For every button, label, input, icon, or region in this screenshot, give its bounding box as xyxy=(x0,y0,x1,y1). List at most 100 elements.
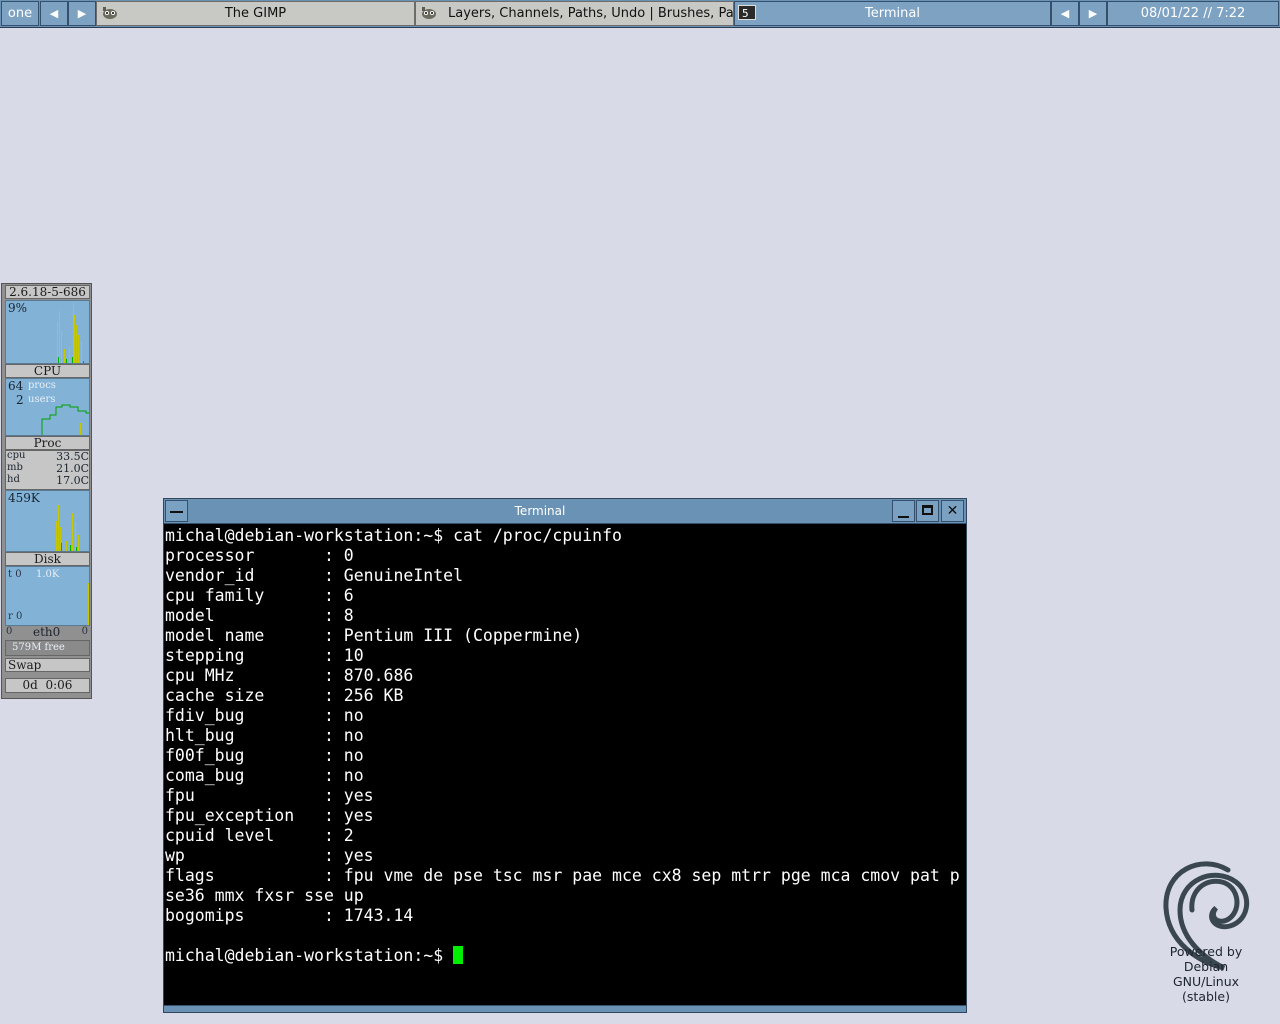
taskbar: one ◀ ▶ The GIMP Layers, Channels, Paths… xyxy=(0,0,1280,28)
swap-label: Swap xyxy=(5,658,90,672)
disk-rate: 459K xyxy=(8,491,40,505)
cpu-label-text: CPU xyxy=(33,364,62,378)
terminal-titlebar[interactable]: Terminal ✕ xyxy=(164,499,966,524)
task-label: Terminal xyxy=(865,6,920,21)
terminal-line: hlt_bug : no xyxy=(165,726,364,745)
terminal-line: stepping : 10 xyxy=(165,646,364,665)
sensor-name: cpu xyxy=(7,450,26,461)
terminal-line: fdiv_bug : no xyxy=(165,706,364,725)
sensors-panel: cpu 33.5C mb 21.0C hd 17.0C xyxy=(5,450,90,490)
task-button-gimp-docks[interactable]: Layers, Channels, Paths, Undo | Brushes,… xyxy=(415,1,734,26)
terminal-line: cpu MHz : 870.686 xyxy=(165,666,414,685)
proc-label: Proc xyxy=(5,436,90,450)
prev-desktop-button[interactable]: ◀ xyxy=(40,1,68,26)
terminal-line: fpu_exception : yes xyxy=(165,806,374,825)
terminal-line: coma_bug : no xyxy=(165,766,364,785)
procs-label: procs xyxy=(28,380,56,391)
terminal-line: processor : 0 xyxy=(165,546,354,565)
kernel-version-text: 2.6.18-5-686 xyxy=(9,285,86,299)
debian-logo-caption: Powered by Debian GNU/Linux (stable) xyxy=(1150,944,1262,1004)
terminal-line: se36 mmx fxsr sse up xyxy=(165,886,364,905)
next-task-button[interactable]: ▶ xyxy=(1079,1,1107,26)
net-tx-label: t 0 xyxy=(8,569,22,580)
debian-caption-line: GNU/Linux xyxy=(1172,974,1240,989)
minimize-icon xyxy=(898,516,909,518)
uptime-text: 0d 0:06 xyxy=(22,678,73,692)
clock: 08/01/22 // 7:22 xyxy=(1107,1,1279,26)
maximize-button[interactable] xyxy=(916,500,939,522)
window-menu-icon xyxy=(170,511,183,513)
debian-caption-line: Debian xyxy=(1183,959,1229,974)
sensor-row: hd 17.0C xyxy=(7,474,89,487)
close-icon: ✕ xyxy=(946,503,959,519)
debian-caption-line: (stable) xyxy=(1182,989,1230,1004)
swap-bar: 579M free xyxy=(5,640,90,656)
terminal-line: bogomips : 1743.14 xyxy=(165,906,414,925)
left-arrow-icon: ◀ xyxy=(1060,7,1070,20)
net-iface-row: 0 eth0 0 xyxy=(5,625,90,640)
disk-label-text: Disk xyxy=(34,552,61,566)
next-desktop-button[interactable]: ▶ xyxy=(68,1,96,26)
terminal-prompt: michal@debian-workstation:~$ xyxy=(165,946,454,965)
desktop-switcher[interactable]: one xyxy=(1,1,39,26)
terminal-line: michal@debian-workstation:~$ cat /proc/c… xyxy=(165,526,622,545)
left-arrow-icon: ◀ xyxy=(49,7,59,20)
sensor-value: 17.0C xyxy=(56,474,89,487)
terminal-line: cache size : 256 KB xyxy=(165,686,404,705)
terminal-prompt-line[interactable]: michal@debian-workstation:~$ xyxy=(165,946,965,966)
swap-free: 579M free xyxy=(12,642,65,653)
terminal-line: cpu family : 6 xyxy=(165,586,354,605)
task-label: The GIMP xyxy=(224,6,287,21)
proc-label-text: Proc xyxy=(33,436,62,450)
maximize-icon xyxy=(922,505,933,515)
task-button-gimp[interactable]: The GIMP xyxy=(96,1,415,26)
terminal-line: wp : yes xyxy=(165,846,374,865)
terminal-output[interactable]: michal@debian-workstation:~$ cat /proc/c… xyxy=(165,525,965,1003)
kernel-version: 2.6.18-5-686 xyxy=(5,285,90,299)
clock-text: 08/01/22 // 7:22 xyxy=(1140,6,1246,21)
net-rx-label: r 0 xyxy=(8,611,23,622)
sensor-name: mb xyxy=(7,462,23,473)
window-menu-button[interactable] xyxy=(165,500,188,522)
users-count: 2 xyxy=(16,393,24,407)
terminal-line: model : 8 xyxy=(165,606,354,625)
terminal-title: Terminal xyxy=(514,504,566,518)
terminal-line: vendor_id : GenuineIntel xyxy=(165,566,464,585)
terminal-cursor xyxy=(453,946,464,964)
close-button[interactable]: ✕ xyxy=(941,500,964,522)
net-right-value: 0 xyxy=(81,626,88,637)
cpu-graph: 9% xyxy=(5,300,90,364)
swap-label-text: Swap xyxy=(8,658,42,672)
task-label: Layers, Channels, Paths, Undo | Brushes,… xyxy=(448,6,734,21)
sensor-name: hd xyxy=(7,474,20,485)
system-monitor-panel: 2.6.18-5-686 9% CPU 64 procs 2 users Pro… xyxy=(1,283,92,699)
terminal-line: cpuid level : 2 xyxy=(165,826,354,845)
prev-task-button[interactable]: ◀ xyxy=(1051,1,1079,26)
proc-graph: 64 procs 2 users xyxy=(5,378,90,436)
minimize-button[interactable] xyxy=(892,500,915,522)
cpu-label: CPU xyxy=(5,364,90,378)
desktop-name: one xyxy=(7,6,33,21)
net-left-value: 0 xyxy=(6,626,13,637)
uptime: 0d 0:06 xyxy=(5,678,90,693)
terminal-line: flags : fpu vme de pse tsc msr pae mce c… xyxy=(165,866,960,885)
disk-graph: 459K xyxy=(5,490,90,552)
task-button-terminal[interactable]: 5 Terminal xyxy=(734,1,1051,26)
disk-label: Disk xyxy=(5,552,90,566)
terminal-bottom-border[interactable] xyxy=(164,1005,966,1012)
right-arrow-icon: ▶ xyxy=(1088,7,1098,20)
debian-caption-line: Powered by xyxy=(1169,944,1243,959)
terminal-window[interactable]: Terminal ✕ michal@debian-workstation:~$ … xyxy=(163,498,967,1013)
terminal-line: fpu : yes xyxy=(165,786,374,805)
terminal-line: f00f_bug : no xyxy=(165,746,364,765)
users-label: users xyxy=(28,394,56,405)
cpu-percent: 9% xyxy=(8,301,28,315)
gimp-icon xyxy=(422,7,436,19)
net-scale: 1.0K xyxy=(36,569,60,580)
net-graph: t 0 1.0K r 0 xyxy=(5,566,90,626)
terminal-line: model name : Pentium III (Coppermine) xyxy=(165,626,583,645)
procs-count: 64 xyxy=(8,379,24,393)
net-iface: eth0 xyxy=(33,625,61,639)
right-arrow-icon: ▶ xyxy=(77,7,87,20)
